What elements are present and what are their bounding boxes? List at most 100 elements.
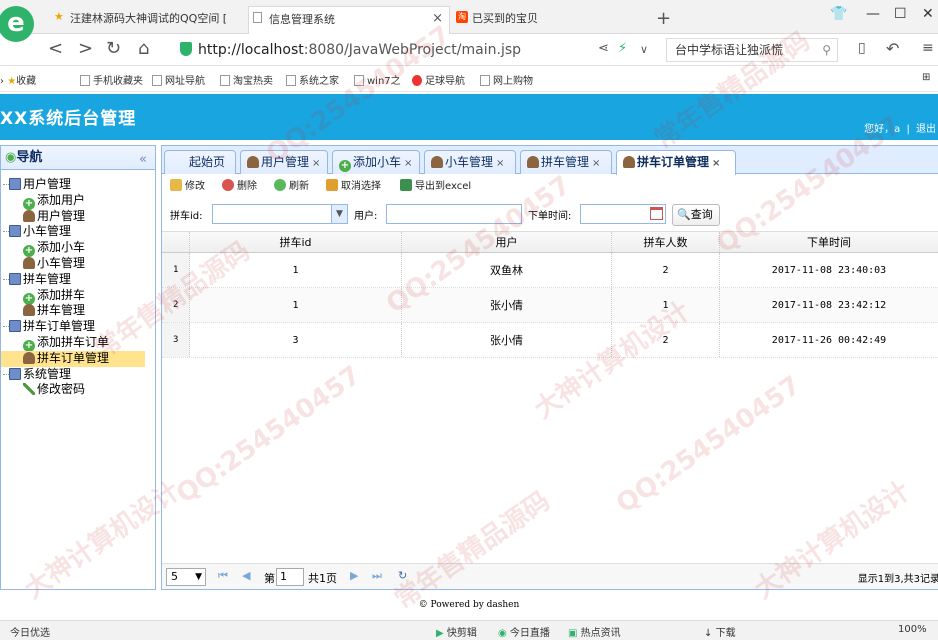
status-live[interactable]: ◉ 今日直播: [498, 624, 550, 639]
close-icon[interactable]: ×: [712, 158, 720, 169]
chevron-down-icon: ▼: [195, 572, 202, 582]
bookmark-nav[interactable]: 网址导航: [152, 72, 205, 87]
bookmark-football[interactable]: 足球导航: [412, 72, 465, 87]
bookmark-mobile[interactable]: 手机收藏夹: [80, 72, 143, 87]
reload-icon[interactable]: ↻: [398, 569, 407, 582]
table-row[interactable]: 3 3 张小倩 2 2017-11-26 00:42:49: [162, 323, 938, 358]
minimize-button[interactable]: —: [866, 6, 880, 22]
page-number-input[interactable]: 1: [276, 568, 304, 586]
forward-button[interactable]: >: [78, 38, 93, 59]
user-input[interactable]: [386, 204, 522, 224]
close-window-button[interactable]: ✕: [922, 6, 934, 22]
status-download[interactable]: ↓ 下载: [704, 624, 736, 639]
tab-home[interactable]: 起始页: [164, 150, 236, 174]
cancel-select-button[interactable]: 取消选择: [326, 178, 381, 196]
home-icon[interactable]: ⌂: [138, 38, 149, 59]
status-zoom[interactable]: 100%: [898, 624, 927, 635]
table-row[interactable]: 2 1 张小倩 1 2017-11-08 23:42:12: [162, 288, 938, 323]
browser-tab-active[interactable]: 信息管理系统 ×: [248, 6, 450, 34]
search-input[interactable]: 台中学标语让独派慌 ⚲: [666, 38, 838, 62]
calendar-icon[interactable]: [650, 207, 663, 220]
search-icon[interactable]: ⚲: [822, 39, 831, 61]
browser-tab-taobao[interactable]: 淘 已买到的宝贝: [452, 6, 652, 34]
search-icon: 🔍: [677, 208, 691, 221]
export-excel-button[interactable]: 导出到excel: [400, 178, 471, 196]
menu-icon[interactable]: ≡: [922, 40, 934, 56]
cell-people: 2: [612, 323, 720, 357]
apps-grid-icon[interactable]: ⊞: [922, 72, 930, 83]
tab-carpool-manage[interactable]: 拼车管理 ×: [520, 150, 612, 174]
logout-link[interactable]: 退出: [916, 124, 936, 135]
close-icon[interactable]: ×: [592, 158, 600, 169]
close-icon[interactable]: ×: [312, 158, 320, 169]
lightning-icon[interactable]: ⚡: [618, 41, 627, 56]
tab-add-car[interactable]: + 添加小车 ×: [332, 150, 420, 174]
last-page-icon[interactable]: ⏭: [372, 569, 382, 583]
col-order-time[interactable]: 下单时间: [720, 232, 938, 252]
status-news[interactable]: ▣ 热点资讯: [568, 624, 621, 639]
tree-group-cars[interactable]: 小车管理: [1, 224, 155, 240]
table-row[interactable]: 1 1 双鱼林 2 2017-11-08 23:40:03: [162, 253, 938, 288]
col-people[interactable]: 拼车人数: [612, 232, 720, 252]
user-icon: [23, 304, 35, 317]
close-tab-icon[interactable]: ×: [432, 11, 443, 26]
refresh-button[interactable]: 刷新: [274, 178, 309, 196]
play-icon: ▶: [436, 628, 444, 639]
reload-icon[interactable]: ↻: [106, 38, 121, 59]
bookmark-favorites[interactable]: › ★收藏: [0, 72, 36, 87]
next-page-icon[interactable]: ▶: [350, 569, 358, 582]
tab-user-manage[interactable]: 用户管理 ×: [240, 150, 328, 174]
back-button[interactable]: <: [48, 38, 63, 59]
url-input[interactable]: http://localhost:8080/JavaWebProject/mai…: [180, 38, 660, 62]
tree-item-user-manage[interactable]: 用户管理: [1, 209, 155, 225]
new-tab-button[interactable]: +: [656, 8, 671, 29]
maximize-button[interactable]: ☐: [894, 6, 907, 22]
chevron-down-icon[interactable]: ∨: [640, 43, 648, 56]
tree-item-add-carpool[interactable]: + 添加拼车: [1, 288, 155, 305]
tree-item-add-order[interactable]: + 添加拼车订单: [1, 335, 155, 352]
query-button[interactable]: 🔍查询: [672, 204, 720, 226]
col-user[interactable]: 用户: [402, 232, 612, 252]
tree-group-carpool[interactable]: 拼车管理: [1, 272, 155, 288]
carpool-id-select[interactable]: ▼: [212, 204, 348, 224]
collapse-sidebar-icon[interactable]: «: [139, 148, 147, 171]
page-icon: [220, 75, 230, 86]
bookmark-win7[interactable]: win7之: [354, 72, 401, 87]
cell-carpool-id: 1: [190, 288, 402, 322]
tree-group-orders[interactable]: 拼车订单管理: [1, 319, 155, 335]
bookmark-taobao[interactable]: 淘宝热卖: [220, 72, 273, 87]
close-icon[interactable]: ×: [404, 158, 412, 169]
add-icon: +: [339, 160, 351, 172]
edit-button[interactable]: 修改: [170, 178, 205, 196]
tree-item-car-manage[interactable]: 小车管理: [1, 256, 155, 272]
delete-button[interactable]: 删除: [222, 178, 257, 196]
status-kuaijianji[interactable]: ▶ 快剪辑: [436, 624, 477, 639]
prev-page-icon[interactable]: ◀: [242, 569, 250, 582]
close-icon[interactable]: ×: [496, 158, 504, 169]
tree-item-add-user[interactable]: + 添加用户: [1, 193, 155, 210]
main-panel: 起始页 用户管理 × + 添加小车 × 小车管理 × 拼车管理 × 拼车订单管理 × 修改 …: [161, 145, 938, 590]
tree-group-users[interactable]: 用户管理: [1, 177, 155, 193]
phone-icon[interactable]: ▯: [858, 40, 866, 56]
tree-item-carpool-manage[interactable]: 拼车管理: [1, 303, 155, 319]
tree-item-order-manage[interactable]: 拼车订单管理: [1, 350, 145, 367]
tree-group-system[interactable]: 系统管理: [1, 367, 155, 383]
tree-item-add-car[interactable]: + 添加小车: [1, 240, 155, 258]
page-size-select[interactable]: 5 ▼: [166, 568, 206, 586]
chevron-down-icon[interactable]: ▼: [331, 205, 347, 223]
cell-people: 1: [612, 288, 720, 322]
first-page-icon[interactable]: ⏮: [218, 569, 228, 583]
bookmark-xitong[interactable]: 系统之家: [286, 72, 339, 87]
tree-item-change-password[interactable]: 修改密码: [1, 382, 155, 398]
browser-tab-qzone[interactable]: ★ 汪建林源码大神调试的QQ空间 [: [50, 6, 246, 34]
tab-car-manage[interactable]: 小车管理 ×: [424, 150, 516, 174]
status-today[interactable]: 今日优选: [10, 624, 50, 639]
col-carpool-id[interactable]: 拼车id: [190, 232, 402, 252]
tab-order-manage[interactable]: 拼车订单管理 ×: [616, 150, 736, 175]
order-time-input[interactable]: [580, 204, 666, 224]
skin-icon[interactable]: 👕: [830, 6, 847, 22]
bookmark-shopping[interactable]: 网上购物: [480, 72, 533, 87]
undo-icon[interactable]: ↶: [886, 39, 899, 58]
page-icon: [253, 12, 262, 23]
share-icon[interactable]: ⋖: [598, 41, 609, 56]
